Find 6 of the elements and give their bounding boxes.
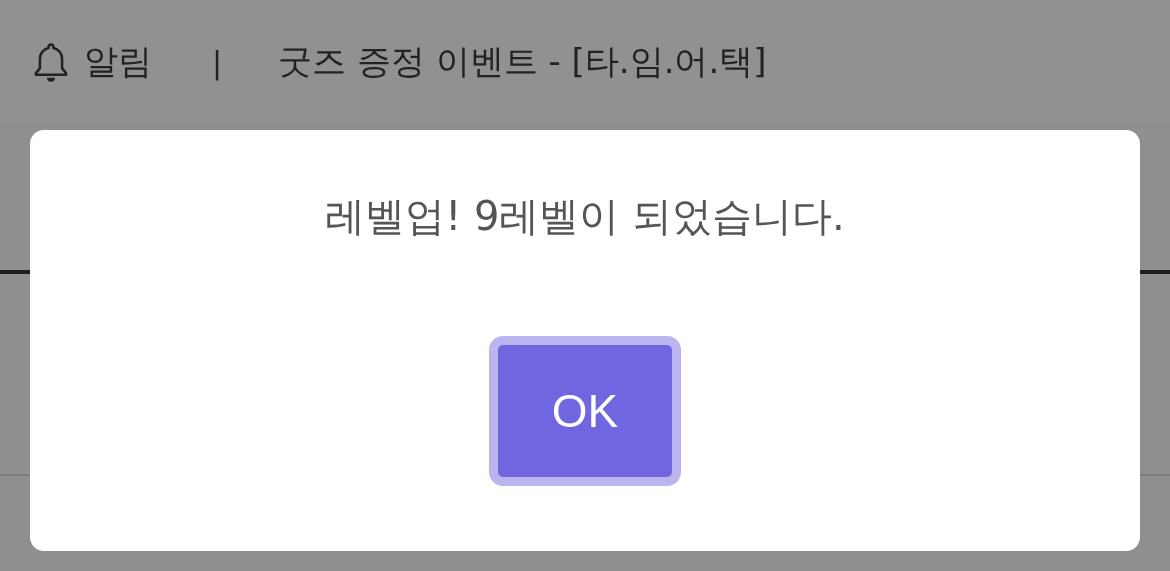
ok-button[interactable]: OK bbox=[489, 336, 681, 486]
separator: | bbox=[212, 44, 223, 80]
bell-icon[interactable] bbox=[32, 41, 70, 83]
dialog-message: 레벨업! 9레벨이 되었습니다. bbox=[325, 192, 845, 241]
event-title: 굿즈 증정 이벤트 - [타.임.어.택] bbox=[278, 40, 767, 83]
header-title: 알림 bbox=[84, 40, 152, 83]
